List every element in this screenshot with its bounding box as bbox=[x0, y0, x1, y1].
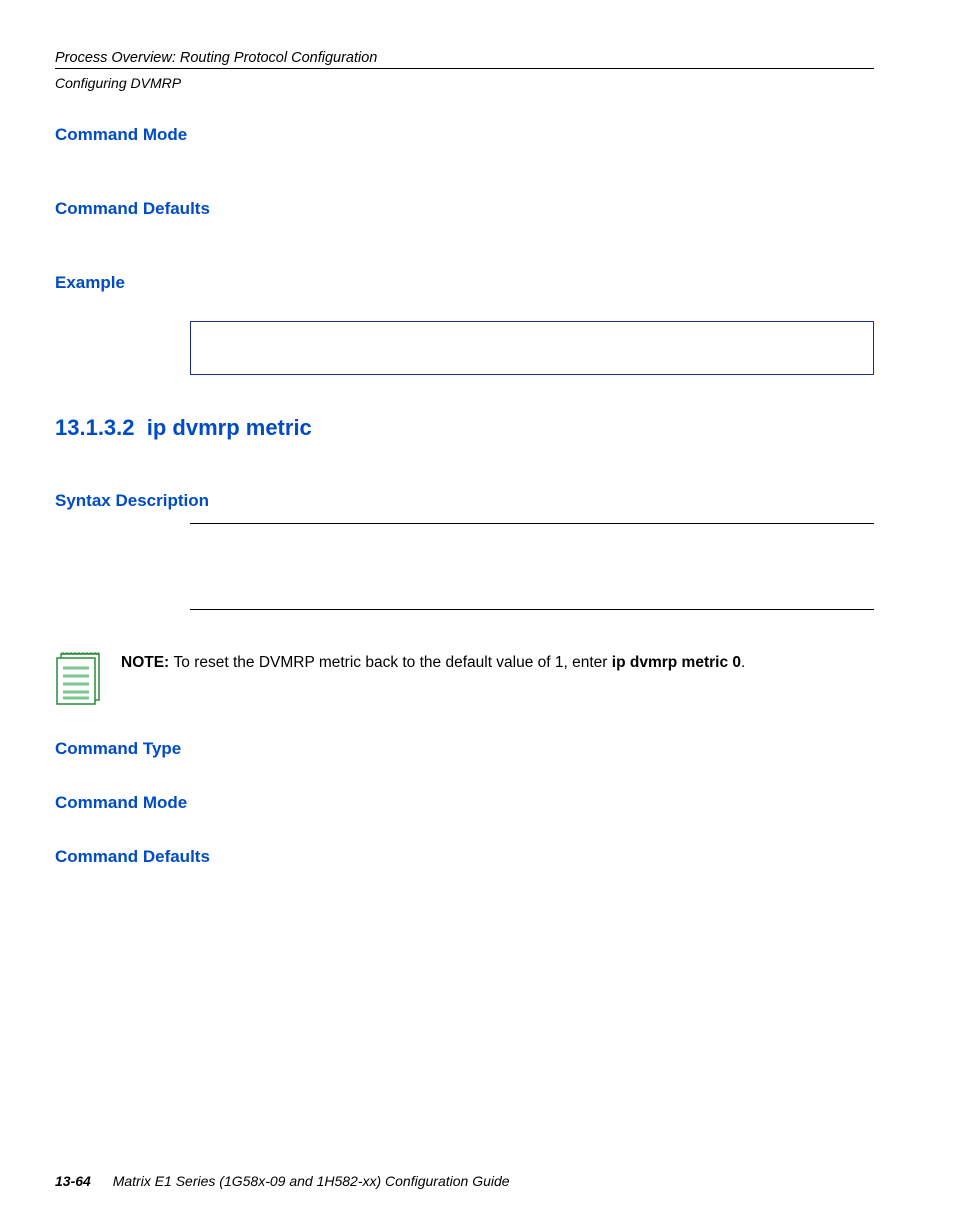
heading-command-mode-1: Command Mode bbox=[55, 125, 874, 145]
heading-syntax-description: Syntax Description bbox=[55, 491, 874, 511]
header-rule bbox=[55, 68, 874, 69]
note-icon bbox=[55, 650, 103, 711]
page-number: 13-64 bbox=[55, 1173, 91, 1189]
note-text-1: To reset the DVMRP metric back to the de… bbox=[174, 654, 612, 671]
heading-command-defaults-2: Command Defaults bbox=[55, 847, 874, 867]
note-text-2: . bbox=[741, 654, 745, 671]
section-title: ip dvmrp metric bbox=[147, 415, 312, 440]
note-command: ip dvmrp metric 0 bbox=[612, 654, 741, 671]
note-text: NOTE: To reset the DVMRP metric back to … bbox=[121, 650, 745, 674]
header-sub: Configuring DVMRP bbox=[55, 75, 874, 91]
guide-title: Matrix E1 Series (1G58x-09 and 1H582-xx)… bbox=[113, 1173, 510, 1189]
heading-command-type: Command Type bbox=[55, 739, 874, 759]
syntax-table bbox=[190, 523, 874, 610]
note-label: NOTE: bbox=[121, 654, 169, 671]
example-code-box bbox=[190, 321, 874, 375]
note-block: NOTE: To reset the DVMRP metric back to … bbox=[55, 650, 874, 711]
section-heading: 13.1.3.2 ip dvmrp metric bbox=[55, 415, 874, 441]
header-chapter: Process Overview: Routing Protocol Confi… bbox=[55, 50, 874, 66]
heading-example: Example bbox=[55, 273, 874, 293]
page-footer: 13-64 Matrix E1 Series (1G58x-09 and 1H5… bbox=[55, 1173, 510, 1189]
syntax-bottom-rule bbox=[190, 609, 874, 610]
heading-command-mode-2: Command Mode bbox=[55, 793, 874, 813]
section-number: 13.1.3.2 bbox=[55, 415, 135, 440]
heading-command-defaults-1: Command Defaults bbox=[55, 199, 874, 219]
